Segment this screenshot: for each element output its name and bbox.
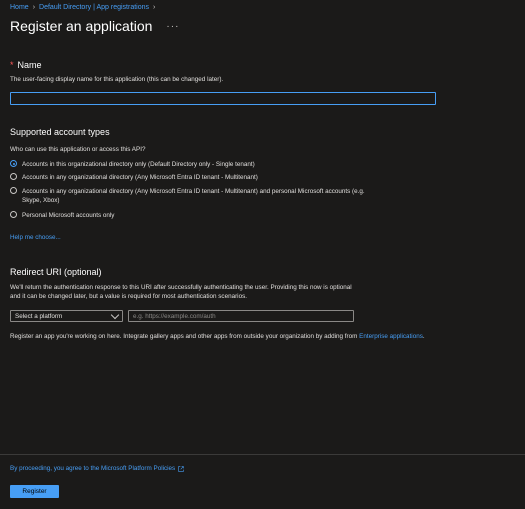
chevron-right-icon: › (32, 4, 36, 11)
page-title: Register an application (10, 18, 153, 34)
radio-unchecked-icon[interactable] (10, 173, 17, 180)
register-button[interactable]: Register (10, 485, 59, 498)
enterprise-applications-link[interactable]: Enterprise applications (359, 333, 423, 340)
footer-divider (0, 454, 525, 455)
enterprise-note-suffix: . (422, 333, 425, 340)
enterprise-note: Register an app you're working on here. … (10, 332, 510, 341)
account-type-option-multitenant[interactable]: Accounts in any organizational directory… (10, 173, 258, 182)
external-link-icon (178, 465, 184, 472)
required-marker: * (10, 60, 14, 70)
platform-policies-link[interactable]: By proceeding, you agree to the Microsof… (10, 465, 184, 472)
breadcrumb-app-registrations-link[interactable]: Default Directory | App registrations (39, 4, 149, 11)
redirect-uri-title: Redirect URI (optional) (10, 267, 102, 277)
name-title-label: Name (17, 60, 42, 70)
help-me-choose-link[interactable]: Help me choose... (10, 234, 61, 241)
account-types-title: Supported account types (10, 127, 110, 137)
platform-policies-text: By proceeding, you agree to the Microsof… (10, 465, 176, 472)
breadcrumb: Home › Default Directory | App registrat… (10, 4, 155, 11)
account-type-option-single-tenant[interactable]: Accounts in this organizational director… (10, 160, 255, 169)
platform-select[interactable]: Select a platform (10, 310, 123, 322)
breadcrumb-home-link[interactable]: Home (10, 4, 29, 11)
account-type-option-label: Accounts in this organizational director… (22, 161, 255, 168)
more-options-icon[interactable]: ··· (166, 21, 179, 32)
account-types-question: Who can use this application or access t… (10, 146, 146, 153)
chevron-down-icon (110, 310, 120, 319)
radio-checked-icon[interactable] (10, 160, 17, 167)
title-row: Register an application ··· (10, 18, 179, 34)
redirect-uri-description: We'll return the authentication response… (10, 284, 352, 300)
display-name-input[interactable] (10, 92, 436, 105)
radio-unchecked-icon[interactable] (10, 187, 17, 194)
name-description: The user-facing display name for this ap… (10, 76, 224, 83)
name-section-title: * Name (10, 60, 42, 70)
redirect-uri-input[interactable] (128, 310, 354, 322)
account-type-option-label: Accounts in any organizational directory… (22, 188, 365, 204)
chevron-right-icon: › (153, 4, 156, 11)
radio-unchecked-icon[interactable] (10, 211, 17, 218)
account-type-option-personal[interactable]: Personal Microsoft accounts only (10, 211, 114, 220)
account-type-option-label: Accounts in any organizational directory… (22, 174, 258, 181)
platform-select-value: Select a platform (15, 312, 63, 320)
enterprise-note-text: Register an app you're working on here. … (10, 333, 360, 340)
account-type-option-label: Personal Microsoft accounts only (22, 212, 115, 219)
account-type-option-multitenant-personal[interactable]: Accounts in any organizational directory… (10, 187, 370, 205)
